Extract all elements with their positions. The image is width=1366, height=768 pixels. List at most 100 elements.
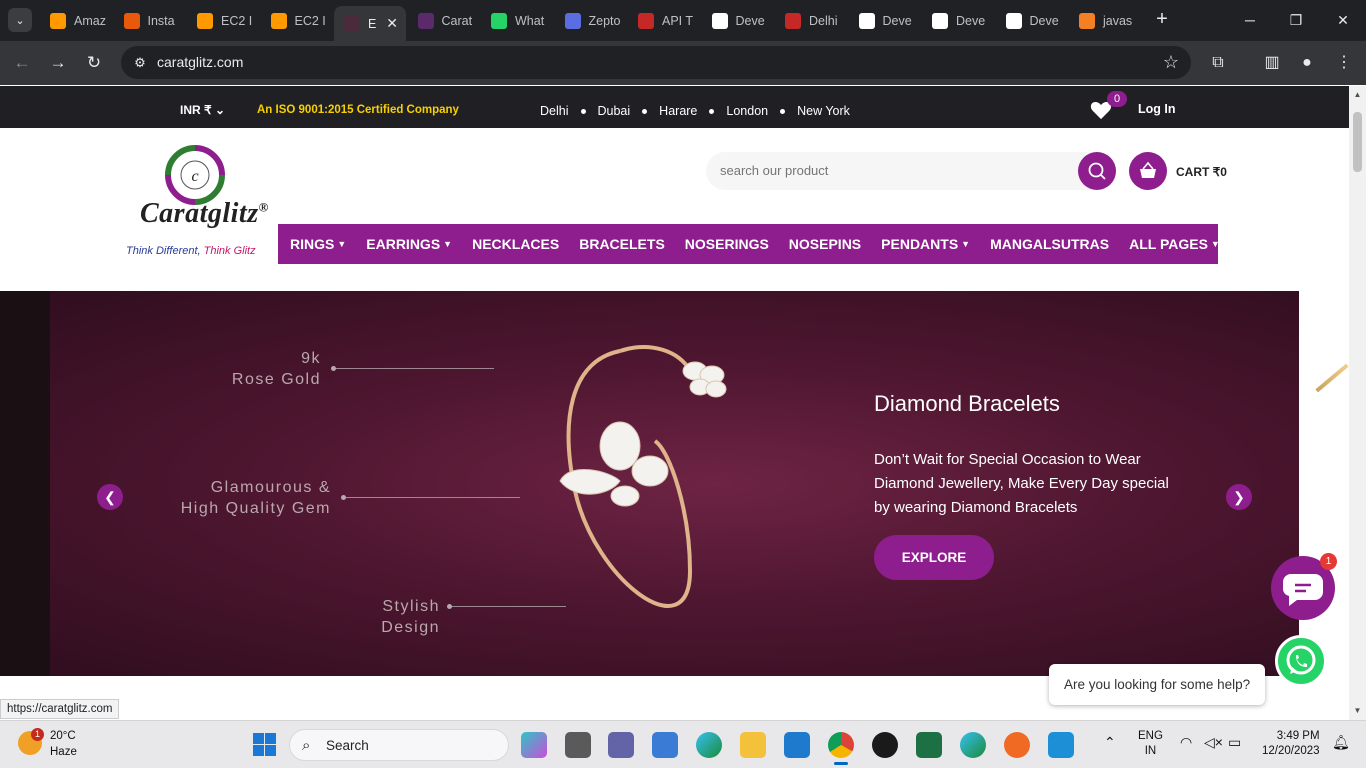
nav-item-mangalsutras[interactable]: MANGALSUTRAS [990, 236, 1109, 252]
minimize-icon[interactable]: ─ [1238, 8, 1262, 32]
browser-tab[interactable]: Deve [849, 6, 921, 35]
extensions-icon[interactable]: ⧉ [1206, 51, 1230, 75]
notification-bell-icon[interactable]: 🔔︎ [1332, 734, 1350, 751]
browser-tab[interactable]: What [481, 6, 553, 35]
browser-tab[interactable]: Deve [996, 6, 1068, 35]
browser-tab[interactable]: EC2 I [187, 6, 259, 35]
login-link[interactable]: Log In [1138, 102, 1176, 116]
browser-tab[interactable]: Amaz [40, 6, 112, 35]
input-language[interactable]: ENG IN [1138, 729, 1163, 759]
weather-description[interactable]: Haze [50, 746, 77, 758]
nav-item-label: MANGALSUTRAS [990, 236, 1110, 252]
browser-tab[interactable]: E ✕ [334, 6, 406, 41]
city-item[interactable]: Delhi [540, 104, 569, 118]
speaker-muted-icon[interactable]: ◁× [1204, 734, 1223, 751]
nav-item-rings[interactable]: RINGS ▼ [290, 236, 346, 252]
browser-tab[interactable]: Deve [702, 6, 774, 35]
forward-icon[interactable]: → [46, 51, 70, 75]
cart-button[interactable] [1129, 152, 1167, 190]
new-tab-button[interactable]: + [1150, 8, 1174, 32]
teams-meet-icon[interactable] [608, 732, 634, 758]
cart-total[interactable]: CART ₹0 [1176, 165, 1227, 179]
previous-slide-arrow-icon[interactable]: ❮ [97, 484, 123, 510]
bookmark-star-icon[interactable]: ☆ [1163, 52, 1179, 73]
nav-item-all-pages[interactable]: ALL PAGES ▼ [1129, 236, 1220, 252]
browser-tab[interactable]: API T [628, 6, 700, 35]
nav-item-earrings[interactable]: EARRINGS ▼ [366, 236, 452, 252]
side-panel-icon[interactable]: ▥ [1260, 51, 1284, 75]
copilot-icon[interactable] [521, 732, 547, 758]
browser-tab[interactable]: Delhi [775, 6, 847, 35]
close-window-icon[interactable]: ✕ [1331, 8, 1355, 32]
menu-kebab-icon[interactable]: ⋮ [1332, 51, 1356, 75]
nav-item-pendants[interactable]: PENDANTS ▼ [881, 236, 970, 252]
nav-item-bracelets[interactable]: BRACELETS [579, 236, 665, 252]
currency-selector[interactable]: INR ₹ ⌄ [180, 103, 225, 117]
microsoft-store-icon[interactable] [652, 732, 678, 758]
browser-tab[interactable]: Carat [408, 6, 480, 35]
tagline-part-a: Think Different, [126, 245, 201, 257]
tab-search-button[interactable]: ⌄ [8, 8, 32, 32]
site-header: c Caratglitz® Think Different, Think Gli… [0, 128, 1349, 291]
file-explorer-icon[interactable] [740, 732, 766, 758]
battery-icon[interactable]: ▭ [1228, 734, 1241, 751]
logo-text: Caratglitz [140, 198, 259, 229]
restore-icon[interactable]: ❐ [1284, 8, 1308, 32]
chat-notification-badge: 1 [1320, 553, 1337, 570]
profile-icon[interactable]: ● [1295, 51, 1319, 75]
city-separator-dot [642, 108, 648, 114]
search-icon [1088, 162, 1106, 180]
clock[interactable]: 3:49 PM 12/20/2023 [1262, 729, 1320, 759]
scroll-down-arrow-icon[interactable]: ▼ [1353, 706, 1362, 715]
city-item[interactable]: Dubai [598, 104, 631, 118]
edge-icon[interactable] [696, 732, 722, 758]
help-prompt-bubble[interactable]: Are you looking for some help? [1049, 664, 1265, 705]
feature-2-line-2: High Quality Gem [180, 500, 331, 517]
taskbar-search[interactable]: ⌕ Search [289, 729, 509, 761]
tab-favicon-icon [491, 12, 507, 29]
notepad-icon[interactable] [1048, 732, 1074, 758]
lang-line-1: ENG [1138, 730, 1163, 742]
search-input[interactable] [720, 163, 1060, 178]
hero-description: Don’t Wait for Special Occasion to Wear … [874, 451, 1169, 516]
back-icon[interactable]: ← [10, 51, 34, 75]
show-hidden-icons-icon[interactable]: ⌃ [1104, 734, 1116, 751]
browser-tab[interactable]: javas [1069, 6, 1141, 35]
city-item[interactable]: New York [797, 104, 850, 118]
tab-title: Deve [735, 13, 765, 28]
weather-temperature[interactable]: 20°C [50, 730, 76, 742]
scroll-thumb[interactable] [1353, 112, 1362, 172]
excel-icon[interactable] [916, 732, 942, 758]
next-slide-arrow-icon[interactable]: ❯ [1226, 484, 1252, 510]
logo-wordmark[interactable]: Caratglitz® [140, 198, 269, 230]
reload-icon[interactable]: ↻ [82, 51, 106, 75]
explore-button[interactable]: EXPLORE [874, 535, 994, 580]
site-info-icon[interactable]: ⚙ [131, 54, 149, 72]
browser-tab[interactable]: Zepto [555, 6, 627, 35]
address-url[interactable]: caratglitz.com [157, 54, 243, 70]
whatsapp-button[interactable] [1275, 635, 1327, 687]
city-item[interactable]: Harare [659, 104, 697, 118]
address-bar[interactable]: ⚙ caratglitz.com ☆ [121, 46, 1191, 79]
page-scrollbar[interactable]: ▲ ▼ [1349, 86, 1366, 720]
wifi-icon[interactable]: ◠ [1180, 734, 1192, 751]
browser-tab[interactable]: Insta [114, 6, 186, 35]
vscode-icon[interactable] [784, 732, 810, 758]
edge-dev-icon[interactable] [960, 732, 986, 758]
tab-close-icon[interactable]: ✕ [386, 15, 398, 32]
mongodb-compass-icon[interactable] [872, 732, 898, 758]
task-view-icon[interactable] [565, 732, 591, 758]
city-item[interactable]: London [726, 104, 768, 118]
search-button[interactable] [1078, 152, 1116, 190]
nav-item-noserings[interactable]: NOSERINGS [685, 236, 769, 252]
postman-icon[interactable] [1004, 732, 1030, 758]
nav-item-nosepins[interactable]: NOSEPINS [789, 236, 861, 252]
nav-item-necklaces[interactable]: NECKLACES [472, 236, 559, 252]
city-separator-dot [580, 108, 586, 114]
windows-start-icon[interactable] [253, 733, 276, 756]
chrome-icon[interactable] [828, 732, 854, 765]
scroll-up-arrow-icon[interactable]: ▲ [1353, 90, 1362, 99]
browser-tab[interactable]: EC2 I [261, 6, 333, 35]
tab-title: Deve [1029, 13, 1059, 28]
browser-tab[interactable]: Deve [922, 6, 994, 35]
